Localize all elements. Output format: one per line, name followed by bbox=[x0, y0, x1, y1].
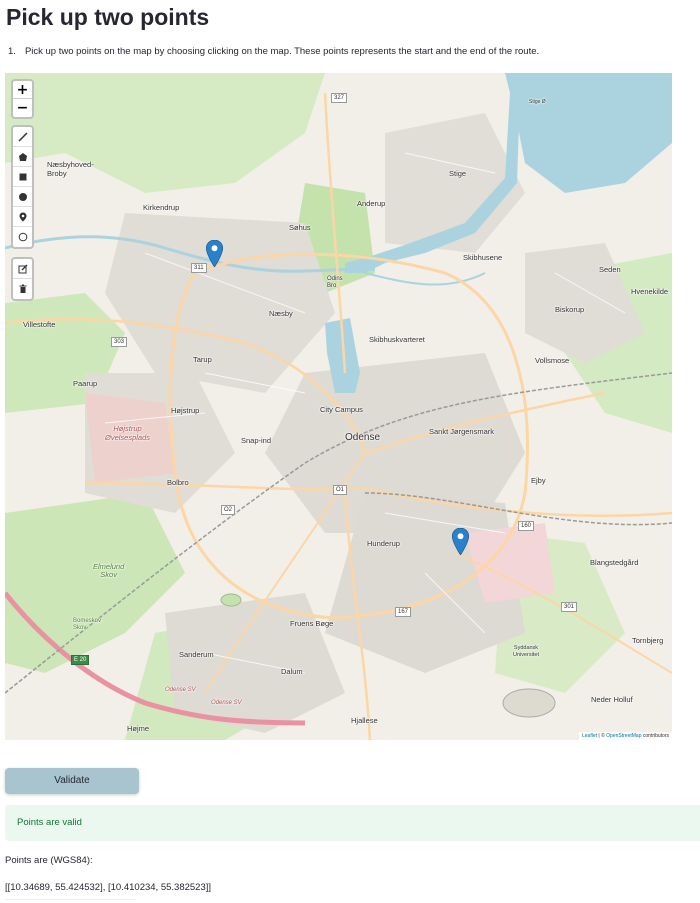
edit-icon bbox=[18, 264, 27, 273]
zoom-out-button[interactable]: − bbox=[13, 99, 32, 117]
circlemarker-icon bbox=[18, 232, 27, 242]
label-sankt-jorgensmark: Sankt Jørgensmark bbox=[429, 427, 495, 436]
label-vollsmose: Vollsmose bbox=[535, 356, 570, 365]
page-title: Pick up two points bbox=[6, 4, 210, 30]
label-syddansk: Syddansk Universitet bbox=[513, 645, 539, 658]
attribution-separator: | © bbox=[597, 733, 607, 739]
road-shield-o2: O2 bbox=[221, 505, 236, 515]
label-elmelund-skov: Elmelund Skov bbox=[93, 562, 125, 579]
polygon-icon bbox=[18, 152, 27, 161]
draw-polygon-button[interactable] bbox=[13, 147, 32, 167]
road-shield-160: 160 bbox=[518, 521, 535, 531]
status-message: Points are valid bbox=[17, 817, 82, 828]
label-hojstrup: Højstrup bbox=[171, 406, 200, 415]
label-tornbjerg: Tornbjerg bbox=[632, 636, 664, 645]
label-stige-o: Stige Ø bbox=[529, 99, 546, 105]
divider bbox=[5, 899, 135, 903]
osm-link[interactable]: OpenStreetMap bbox=[606, 733, 641, 739]
label-ejby: Ejby bbox=[531, 476, 546, 485]
label-tarup: Tarup bbox=[193, 355, 212, 364]
label-hjallese: Hjallese bbox=[351, 716, 378, 725]
road-shield-167: 167 bbox=[395, 607, 412, 617]
circle-icon bbox=[18, 192, 27, 201]
draw-marker-button[interactable] bbox=[13, 207, 32, 227]
draw-circle-button[interactable] bbox=[13, 187, 32, 207]
rectangle-icon bbox=[19, 173, 26, 180]
instructions-list: 1. Pick up two points on the map by choo… bbox=[8, 46, 539, 57]
label-villestofte: Villestofte bbox=[23, 320, 56, 329]
label-hunderup: Hunderup bbox=[367, 539, 400, 548]
road-shield-311: 311 bbox=[191, 263, 207, 273]
label-boneskov: Bomeskov Skov bbox=[73, 618, 102, 631]
label-stige: Stige bbox=[449, 169, 467, 178]
label-bolbro: Bolbro bbox=[167, 478, 189, 487]
points-label: Points are (WGS84): bbox=[5, 855, 93, 866]
edit-layers-button[interactable] bbox=[13, 259, 32, 279]
label-sanderum: Sanderum bbox=[179, 650, 214, 659]
label-anderup: Anderup bbox=[357, 199, 386, 208]
label-odense-sv: Odense SV bbox=[165, 687, 196, 693]
instruction-text: Pick up two points on the map by choosin… bbox=[24, 46, 540, 57]
label-dalum: Dalum bbox=[281, 667, 303, 676]
success-alert: Points are valid bbox=[5, 805, 700, 841]
label-fruens-boge: Fruens Bøge bbox=[290, 619, 334, 628]
label-snap-ind: Snap-ind bbox=[241, 436, 272, 445]
points-value: [[10.34689, 55.424532], [10.410234, 55.3… bbox=[5, 882, 212, 893]
label-city-campus: City Campus bbox=[320, 405, 363, 414]
label-naesbyhoved: Næsbyhoved- Broby bbox=[47, 160, 94, 178]
road-shield-303: 303 bbox=[111, 337, 128, 347]
draw-polyline-button[interactable] bbox=[13, 127, 32, 147]
label-skibhusene: Skibhusene bbox=[463, 253, 503, 262]
end-point-marker-icon[interactable] bbox=[452, 528, 469, 555]
zoom-control: + − bbox=[11, 79, 34, 119]
draw-circlemarker-button[interactable] bbox=[13, 227, 32, 247]
label-biskorup: Biskorup bbox=[555, 305, 585, 314]
delete-icon bbox=[19, 284, 26, 293]
attribution-contributors: contributors bbox=[641, 733, 669, 739]
road-shield-e20: E 20 bbox=[71, 655, 90, 665]
label-hojme: Højme bbox=[127, 724, 150, 733]
label-naesby: Næsby bbox=[269, 309, 293, 318]
label-odense: Odense bbox=[345, 432, 381, 443]
draw-toolbar bbox=[11, 125, 34, 249]
label-paarup: Paarup bbox=[73, 379, 98, 388]
label-blangstedgard: Blangstedgård bbox=[590, 558, 639, 567]
label-seden: Seden bbox=[599, 265, 621, 274]
label-odense-sv-2: Odense SV bbox=[211, 700, 242, 706]
marker-icon bbox=[19, 212, 26, 221]
road-shield-o1: O1 bbox=[333, 485, 348, 495]
instruction-number: 1. bbox=[8, 46, 16, 57]
label-skibhuskvarteret: Skibhuskvarteret bbox=[369, 335, 425, 344]
validate-button[interactable]: Validate bbox=[5, 768, 139, 794]
delete-layers-button[interactable] bbox=[13, 279, 32, 299]
label-sohus: Søhus bbox=[289, 223, 311, 232]
road-shield-301: 301 bbox=[561, 602, 578, 612]
draw-rectangle-button[interactable] bbox=[13, 167, 32, 187]
label-hojstrup-ovelse: Højstrup Øvelsesplads bbox=[105, 424, 151, 442]
label-kirkendrup: Kirkendrup bbox=[143, 203, 180, 212]
polyline-icon bbox=[17, 131, 28, 142]
zoom-in-button[interactable]: + bbox=[13, 81, 32, 99]
label-hvenekilde: Hvenekilde bbox=[631, 287, 669, 296]
road-shield-327: 327 bbox=[331, 93, 348, 103]
edit-toolbar bbox=[11, 257, 34, 301]
label-odins-bro: Odins Bro bbox=[327, 276, 343, 289]
map-attribution: Leaflet | © OpenStreetMap contributors bbox=[579, 732, 672, 740]
label-neder-holluf: Neder Holluf bbox=[591, 695, 633, 704]
leaflet-link[interactable]: Leaflet bbox=[582, 733, 597, 739]
map[interactable]: Næsbyhoved- Broby Kirkendrup Søhus Ander… bbox=[5, 73, 672, 740]
start-point-marker-icon[interactable] bbox=[206, 240, 223, 267]
